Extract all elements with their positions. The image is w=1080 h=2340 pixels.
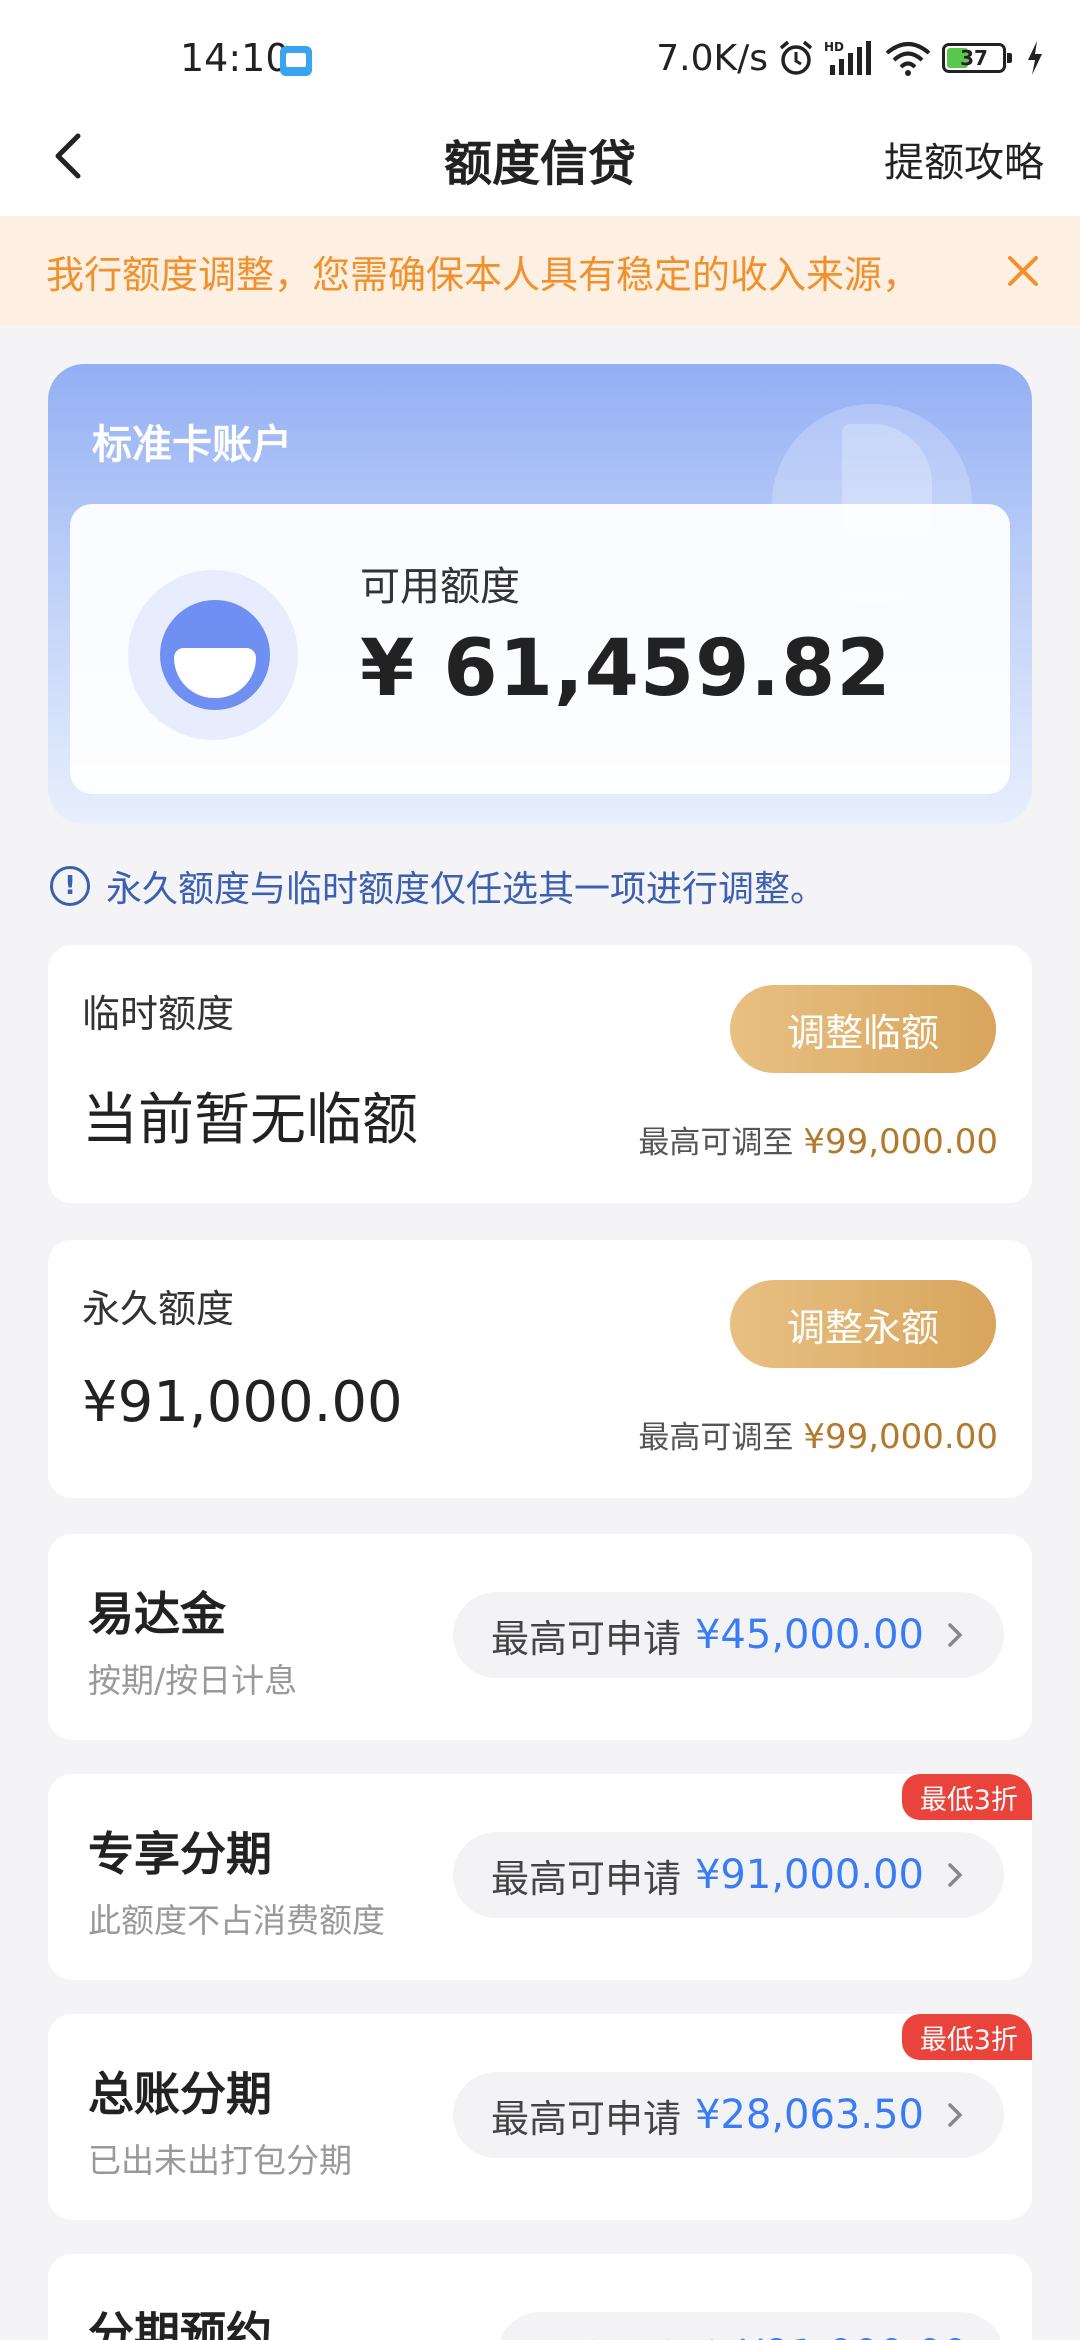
close-icon bbox=[1008, 256, 1038, 286]
account-card: 标准卡账户 可用额度 ¥ 61,459.82 bbox=[48, 364, 1032, 824]
battery-icon: 37 bbox=[942, 43, 1012, 73]
perm-quota-max-amount: ¥99,000.00 bbox=[803, 1417, 998, 1457]
discount-badge: 最低3折 bbox=[901, 2014, 1032, 2060]
info-icon: ! bbox=[50, 866, 90, 906]
apply-amount-pill[interactable]: 最高可申请 ¥91,000.00 bbox=[452, 1832, 1004, 1918]
chevron-right-icon bbox=[948, 1623, 963, 1647]
raise-limit-guide-link[interactable]: 提额攻略 bbox=[884, 130, 1044, 188]
account-label: 标准卡账户 bbox=[92, 422, 292, 468]
temp-quota-max: 最高可调至 ¥99,000.00 bbox=[638, 1117, 998, 1162]
product-title: 总账分期 bbox=[88, 2067, 272, 2121]
perm-quota-label: 永久额度 bbox=[82, 1287, 235, 1331]
temp-quota-max-amount: ¥99,000.00 bbox=[803, 1122, 998, 1162]
back-button[interactable] bbox=[40, 124, 100, 188]
perm-quota-value: ¥91,000.00 bbox=[82, 1370, 403, 1435]
product-title: 分期预约 bbox=[88, 2307, 272, 2340]
product-title: 易达金 bbox=[88, 1587, 226, 1641]
product-card-statement-installment[interactable]: 最低3折 总账分期 已出未出打包分期 最高可申请 ¥28,063.50 bbox=[48, 2014, 1032, 2220]
notice-text: 我行额度调整，您需确保本人具有稳定的收入来源， bbox=[46, 253, 921, 297]
perm-quota-card: 永久额度 ¥91,000.00 调整永额 最高可调至 ¥99,000.00 bbox=[48, 1240, 1032, 1498]
available-credit-label: 可用额度 bbox=[360, 564, 520, 610]
battery-level: 37 bbox=[960, 46, 988, 70]
product-card-exclusive-installment[interactable]: 最低3折 专享分期 此额度不占消费额度 最高可申请 ¥91,000.00 bbox=[48, 1774, 1032, 1980]
pill-amount: ¥91,000.00 bbox=[739, 2332, 968, 2340]
available-credit-panel: 可用额度 ¥ 61,459.82 bbox=[70, 504, 1010, 794]
temp-quota-label: 临时额度 bbox=[82, 992, 235, 1036]
hd-signal-icon: HD bbox=[824, 38, 874, 78]
perm-quota-max: 最高可调至 ¥99,000.00 bbox=[638, 1412, 998, 1457]
pill-amount: ¥45,000.00 bbox=[694, 1612, 924, 1658]
available-credit-amount: ¥ 61,459.82 bbox=[360, 624, 892, 714]
status-time: 14:10 bbox=[180, 36, 290, 80]
pill-label: 最高可申请 bbox=[490, 1856, 681, 1901]
adjust-temp-quota-button[interactable]: 调整临额 bbox=[730, 985, 996, 1073]
pill-amount: ¥28,063.50 bbox=[694, 2092, 924, 2138]
apply-amount-pill[interactable]: 最高可申请 ¥45,000.00 bbox=[452, 1592, 1004, 1678]
nav-bar: 额度信贷 提额攻略 bbox=[0, 100, 1080, 216]
temp-quota-max-label: 最高可调至 bbox=[638, 1125, 794, 1161]
notice-banner: 我行额度调整，您需确保本人具有稳定的收入来源， bbox=[0, 216, 1080, 326]
chevron-left-icon bbox=[55, 133, 81, 179]
apply-amount-pill[interactable]: 最高可申请 ¥91,000.00 bbox=[496, 2312, 1004, 2340]
notice-close-button[interactable] bbox=[996, 244, 1050, 298]
chevron-right-icon bbox=[948, 1863, 963, 1887]
product-subtitle: 已出未出打包分期 bbox=[88, 2141, 352, 2180]
pill-amount: ¥91,000.00 bbox=[694, 1852, 924, 1898]
pill-label: 最高可申请 bbox=[490, 1616, 681, 1661]
mail-app-icon bbox=[280, 46, 312, 76]
tip-text: 永久额度与临时额度仅任选其一项进行调整。 bbox=[106, 869, 827, 910]
adjust-perm-quota-button[interactable]: 调整永额 bbox=[730, 1280, 996, 1368]
charging-icon bbox=[1026, 38, 1044, 78]
alarm-icon bbox=[778, 38, 814, 78]
product-card-yidajin[interactable]: 易达金 按期/按日计息 最高可申请 ¥45,000.00 bbox=[48, 1534, 1032, 1740]
temp-quota-card: 临时额度 当前暂无临额 调整临额 最高可调至 ¥99,000.00 bbox=[48, 945, 1032, 1203]
adjust-tip: ! 永久额度与临时额度仅任选其一项进行调整。 bbox=[50, 860, 826, 912]
temp-quota-value: 当前暂无临额 bbox=[82, 1088, 418, 1153]
svg-text:HD: HD bbox=[824, 40, 844, 54]
perm-quota-max-label: 最高可调至 bbox=[638, 1420, 794, 1456]
discount-badge: 最低3折 bbox=[901, 1774, 1032, 1820]
wifi-icon bbox=[884, 38, 932, 78]
pill-label: 最高可申请 bbox=[535, 2328, 725, 2340]
net-speed: 7.0K/s bbox=[656, 37, 768, 79]
product-title: 专享分期 bbox=[88, 1827, 272, 1881]
product-card-installment-reservation[interactable]: 分期预约 最高可申请 ¥91,000.00 bbox=[48, 2254, 1032, 2340]
apply-amount-pill[interactable]: 最高可申请 ¥28,063.50 bbox=[452, 2072, 1004, 2158]
product-subtitle: 此额度不占消费额度 bbox=[88, 1901, 385, 1940]
bank-logo-icon bbox=[128, 570, 298, 740]
logo-mark bbox=[160, 600, 270, 710]
product-subtitle: 按期/按日计息 bbox=[88, 1661, 298, 1700]
status-icons: 7.0K/s HD 37 bbox=[656, 36, 1044, 80]
pill-label: 最高可申请 bbox=[490, 2096, 681, 2141]
chevron-right-icon bbox=[948, 2103, 963, 2127]
